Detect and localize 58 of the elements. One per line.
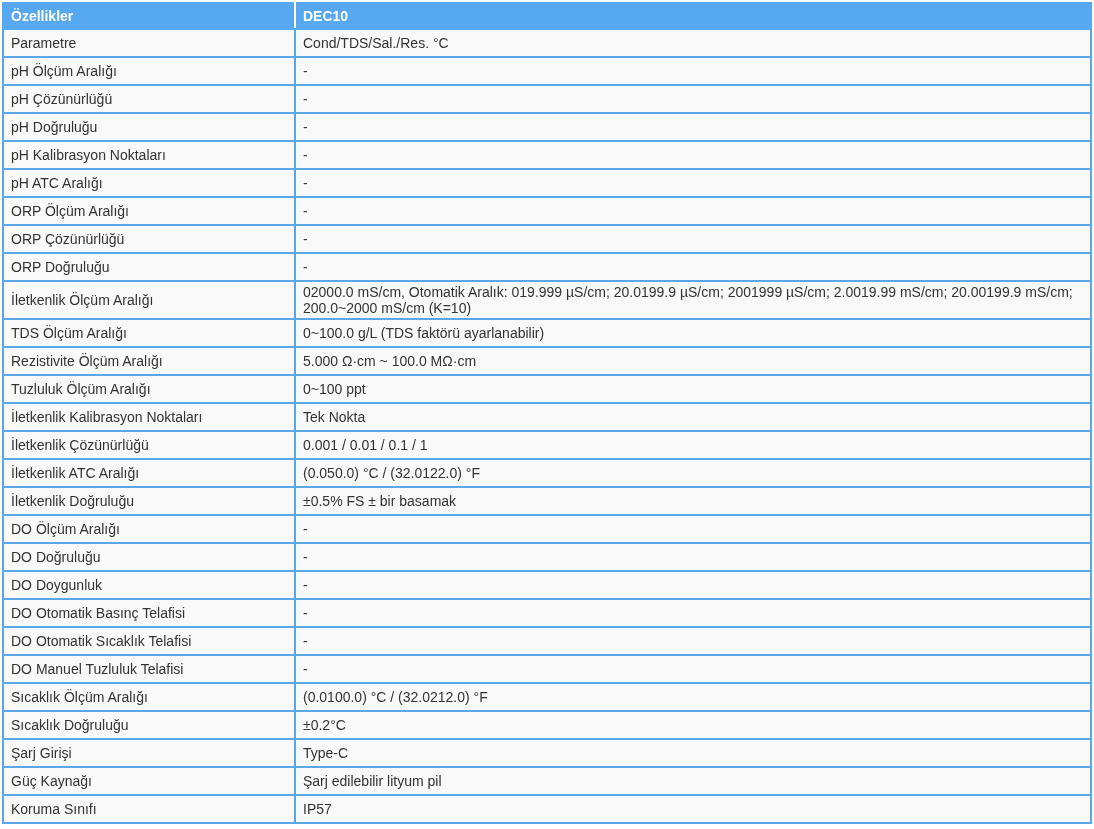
- table-cell: DO Doğruluğu: [3, 543, 295, 571]
- table-cell: 0.001 / 0.01 / 0.1 / 1: [295, 431, 1091, 459]
- table-cell: (0.050.0) °C / (32.0122.0) °F: [295, 459, 1091, 487]
- table-cell: Rezistivite Ölçüm Aralığı: [3, 347, 295, 375]
- table-cell: -: [295, 253, 1091, 281]
- table-cell: Şarj Girişi: [3, 739, 295, 767]
- table-cell: IP57: [295, 795, 1091, 823]
- table-cell: -: [295, 57, 1091, 85]
- table-cell: ±0.5% FS ± bir basamak: [295, 487, 1091, 515]
- table-cell: Tek Nokta: [295, 403, 1091, 431]
- table-cell: ORP Doğruluğu: [3, 253, 295, 281]
- table-cell: pH Çözünürlüğü: [3, 85, 295, 113]
- table-cell: İletkenlik Kalibrasyon Noktaları: [3, 403, 295, 431]
- table-cell: pH Doğruluğu: [3, 113, 295, 141]
- column-header: Özellikler: [3, 3, 295, 29]
- table-cell: -: [295, 197, 1091, 225]
- table-cell: -: [295, 169, 1091, 197]
- table-cell: -: [295, 571, 1091, 599]
- table-cell: DO Otomatik Sıcaklık Telafisi: [3, 627, 295, 655]
- table-cell: İletkenlik Doğruluğu: [3, 487, 295, 515]
- table-cell: Koruma Sınıfı: [3, 795, 295, 823]
- table-cell: DO Otomatik Basınç Telafisi: [3, 599, 295, 627]
- table-cell: 02000.0 mS/cm, Otomatik Aralık: 019.999 µS/cm; 20.0199.9 µS/cm; 2001999 µS/cm; 2.0019.99 mS/cm; 20.00199.9 mS/cm; 200.0~2000 mS/cm (K=10): [295, 281, 1091, 319]
- table-cell: -: [295, 141, 1091, 169]
- table-cell: Type-C: [295, 739, 1091, 767]
- table-cell: -: [295, 113, 1091, 141]
- table-cell: Sıcaklık Ölçüm Aralığı: [3, 683, 295, 711]
- table-cell: Güç Kaynağı: [3, 767, 295, 795]
- table-cell: İletkenlik Ölçüm Aralığı: [3, 281, 295, 319]
- table-cell: -: [295, 627, 1091, 655]
- table-cell: ORP Çözünürlüğü: [3, 225, 295, 253]
- table-cell: DO Ölçüm Aralığı: [3, 515, 295, 543]
- table-cell: ±0.2°C: [295, 711, 1091, 739]
- table-cell: pH Ölçüm Aralığı: [3, 57, 295, 85]
- column-header: DEC10: [295, 3, 1091, 29]
- table-cell: -: [295, 599, 1091, 627]
- table-cell: Sıcaklık Doğruluğu: [3, 711, 295, 739]
- table-cell: -: [295, 515, 1091, 543]
- table-cell: (0.0100.0) °C / (32.0212.0) °F: [295, 683, 1091, 711]
- table-cell: İletkenlik Çözünürlüğü: [3, 431, 295, 459]
- table-cell: 0~100 ppt: [295, 375, 1091, 403]
- table-cell: pH ATC Aralığı: [3, 169, 295, 197]
- table-cell: -: [295, 85, 1091, 113]
- table-cell: 0~100.0 g/L (TDS faktörü ayarlanabilir): [295, 319, 1091, 347]
- table-cell: Şarj edilebilir lityum pil: [295, 767, 1091, 795]
- table-cell: -: [295, 655, 1091, 683]
- table-cell: Parametre: [3, 29, 295, 57]
- table-cell: Tuzluluk Ölçüm Aralığı: [3, 375, 295, 403]
- table-cell: TDS Ölçüm Aralığı: [3, 319, 295, 347]
- table-cell: ORP Ölçüm Aralığı: [3, 197, 295, 225]
- table-cell: 5.000 Ω·cm ~ 100.0 MΩ·cm: [295, 347, 1091, 375]
- table-cell: DO Manuel Tuzluluk Telafisi: [3, 655, 295, 683]
- table-cell: pH Kalibrasyon Noktaları: [3, 141, 295, 169]
- table-cell: -: [295, 225, 1091, 253]
- table-cell: DO Doygunluk: [3, 571, 295, 599]
- table-cell: İletkenlik ATC Aralığı: [3, 459, 295, 487]
- table-cell: Cond/TDS/Sal./Res. °C: [295, 29, 1091, 57]
- table-cell: -: [295, 543, 1091, 571]
